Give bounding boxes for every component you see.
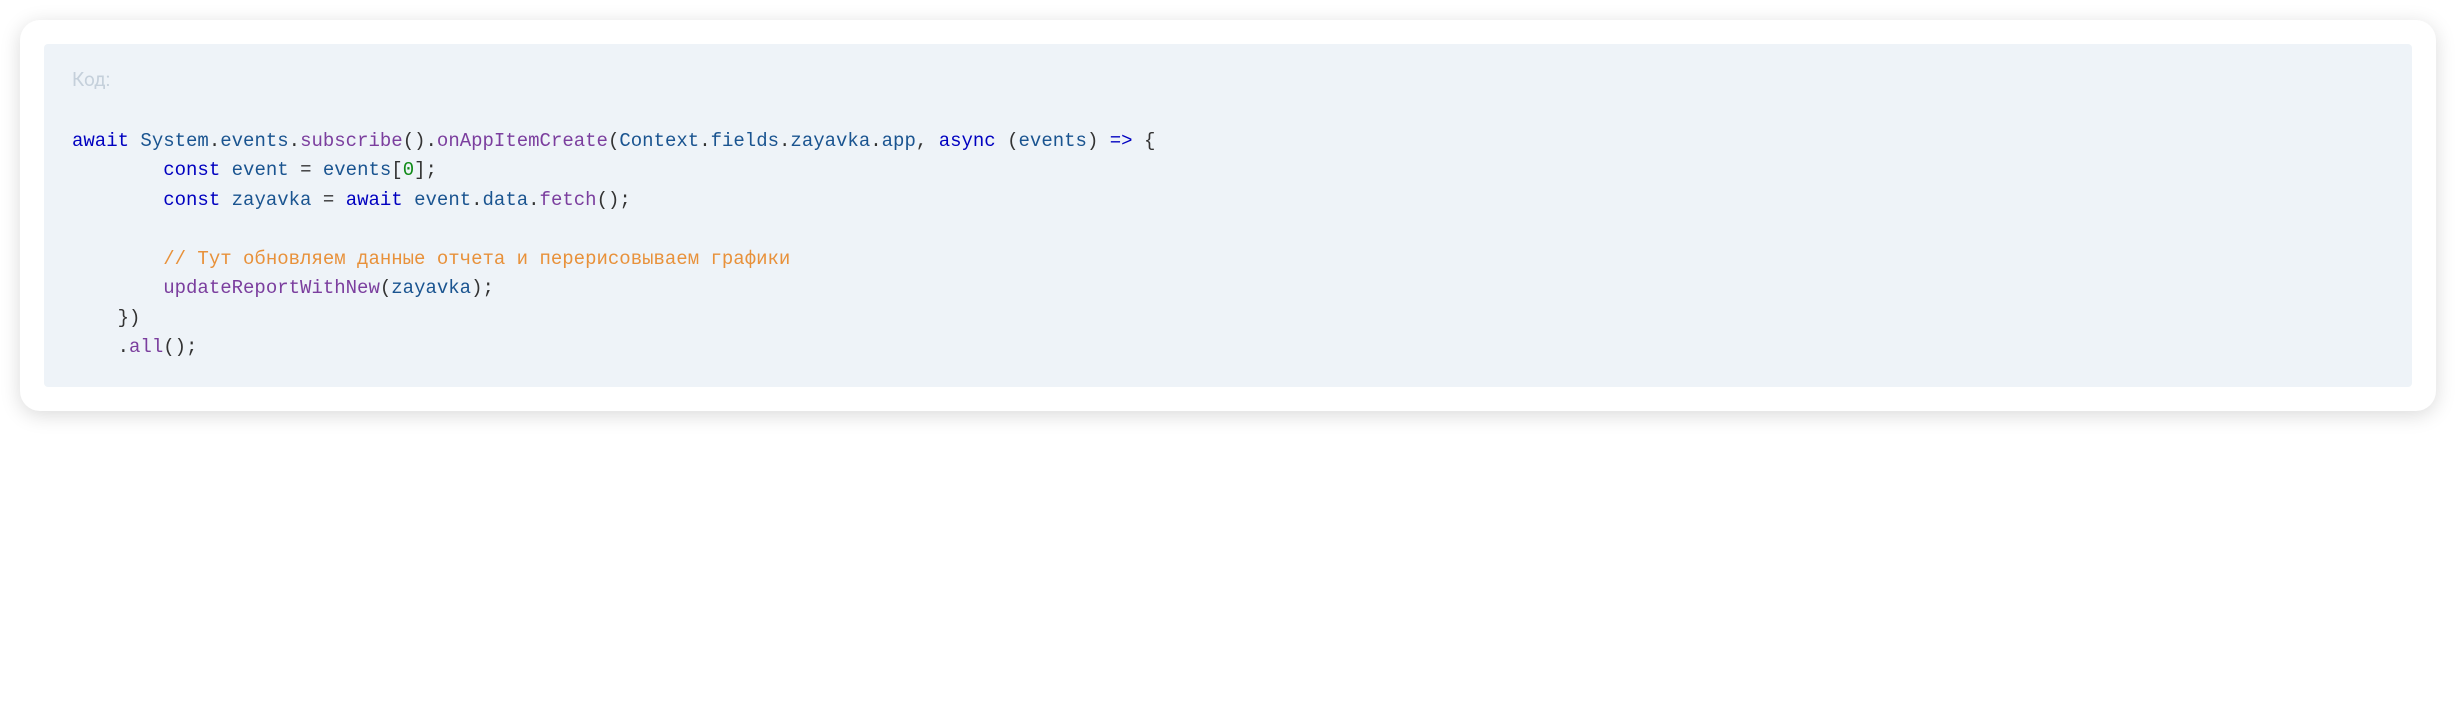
code-content: await System.events.subscribe().onAppIte… xyxy=(72,127,2384,363)
code-line-7: }) xyxy=(72,307,140,329)
code-line-8: .all(); xyxy=(72,336,197,358)
code-block: Код: await System.events.subscribe().onA… xyxy=(44,44,2412,387)
code-line-6: updateReportWithNew(zayavka); xyxy=(72,277,494,299)
code-container: Код: await System.events.subscribe().onA… xyxy=(20,20,2436,411)
code-line-2: const event = events[0]; xyxy=(72,159,437,181)
code-line-1: await System.events.subscribe().onAppIte… xyxy=(72,130,1155,152)
code-label: Код: xyxy=(72,68,2384,91)
code-line-3: const zayavka = await event.data.fetch()… xyxy=(72,189,631,211)
code-line-5: // Тут обновляем данные отчета и перерис… xyxy=(72,248,790,270)
